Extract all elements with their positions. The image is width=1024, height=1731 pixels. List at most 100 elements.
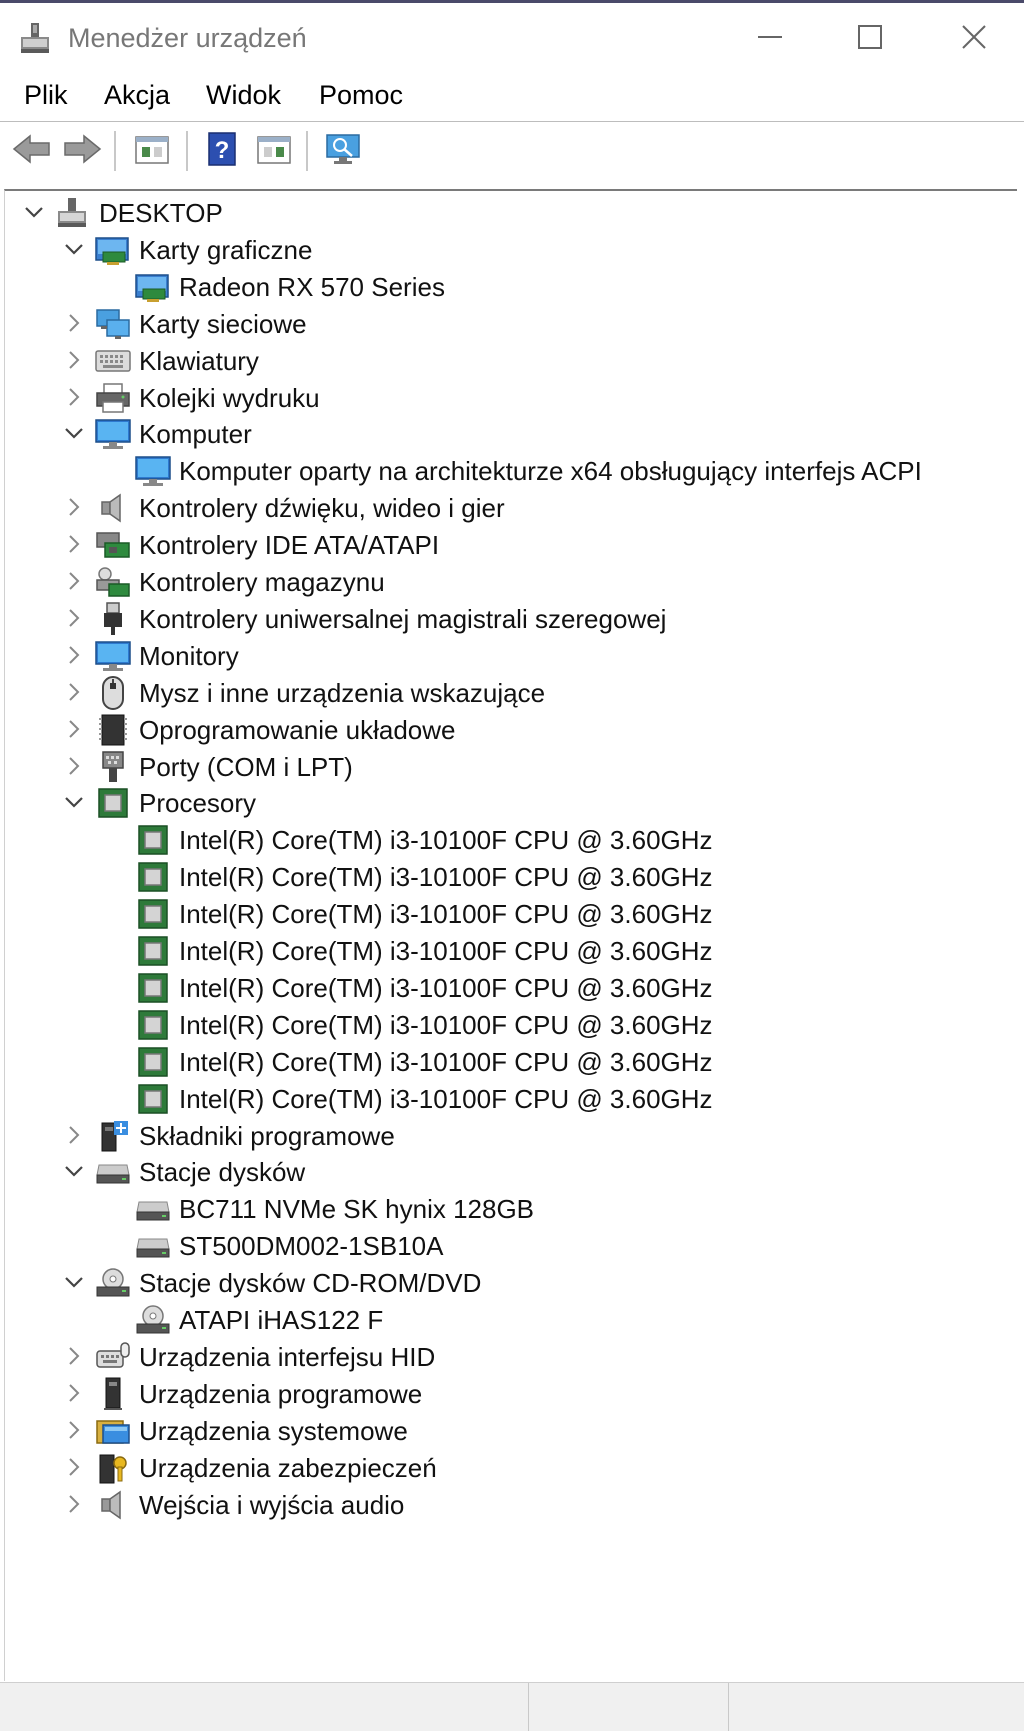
firmware-icon [95,712,131,748]
cdrom-icon [135,1302,171,1338]
category-node[interactable]: Oprogramowanie układowe [5,710,1005,750]
tree-root-desktop[interactable]: DESKTOP [5,193,1005,233]
back-arrow-icon [12,133,52,170]
scan-hardware-button[interactable] [322,131,366,171]
expand-chevron-icon[interactable] [59,1120,89,1150]
node-label: Karty sieciowe [139,308,307,339]
node-label: ATAPI iHAS122 F [179,1305,384,1335]
device-node[interactable]: Intel(R) Core(TM) i3-10100F CPU @ 3.60GH… [5,1005,1005,1045]
device-node[interactable]: Intel(R) Core(TM) i3-10100F CPU @ 3.60GH… [5,894,1005,934]
processor-icon [135,970,171,1006]
forward-button[interactable] [60,131,104,171]
help-icon: ? [206,131,238,172]
device-node[interactable]: ATAPI iHAS122 F [5,1300,1005,1340]
expand-chevron-icon[interactable] [59,345,89,375]
device-node[interactable]: Radeon RX 570 Series [5,267,1005,307]
collapse-chevron-icon[interactable] [59,1267,89,1297]
expand-chevron-icon[interactable] [59,566,89,596]
node-label: Porty (COM i LPT) [139,751,353,782]
category-node[interactable]: Porty (COM i LPT) [5,747,1005,787]
close-button[interactable] [924,9,1024,69]
cdrom-icon [95,1265,131,1301]
view-button[interactable] [252,131,296,171]
minimize-icon [757,24,783,55]
category-node[interactable]: Procesory [5,783,1005,823]
category-node[interactable]: Stacje dysków [5,1152,1005,1192]
node-label: Stacje dysków CD-ROM/DVD [139,1268,482,1299]
category-node[interactable]: Wejścia i wyjścia audio [5,1485,1005,1525]
node-label: Urządzenia systemowe [139,1415,408,1446]
menu-plik[interactable]: Plik [22,76,70,114]
category-node[interactable]: Urządzenia systemowe [5,1411,1005,1451]
expand-chevron-icon[interactable] [59,1341,89,1371]
category-node[interactable]: Stacje dysków CD-ROM/DVD [5,1263,1005,1303]
category-node[interactable]: Kontrolery uniwersalnej magistrali szere… [5,599,1005,639]
help-button[interactable]: ? [200,131,244,171]
menu-pomoc[interactable]: Pomoc [317,76,405,114]
speaker-icon [95,490,131,526]
device-node[interactable]: Intel(R) Core(TM) i3-10100F CPU @ 3.60GH… [5,820,1005,860]
minimize-button[interactable] [720,9,820,69]
expand-chevron-icon[interactable] [59,1452,89,1482]
back-button[interactable] [10,131,54,171]
processor-icon [95,785,131,821]
collapse-chevron-icon[interactable] [59,1156,89,1186]
expand-chevron-icon[interactable] [59,640,89,670]
category-node[interactable]: Mysz i inne urządzenia wskazujące [5,673,1005,713]
collapse-chevron-icon[interactable] [59,418,89,448]
disk-drive-icon [135,1191,171,1227]
node-label: Urządzenia zabezpieczeń [139,1452,437,1483]
expand-chevron-icon[interactable] [59,529,89,559]
software-device-icon [95,1376,131,1412]
node-label: Intel(R) Core(TM) i3-10100F CPU @ 3.60GH… [179,825,713,856]
expand-chevron-icon[interactable] [59,308,89,338]
device-tree[interactable]: DESKTOP Karty graficzne Radeon RX 570 Seri… [4,189,1017,1681]
scan-hardware-icon [324,132,364,171]
node-label: BC711 NVMe SK hynix 128GB [179,1194,535,1225]
category-node[interactable]: Kontrolery dźwięku, wideo i gier [5,488,1005,528]
device-node[interactable]: Intel(R) Core(TM) i3-10100F CPU @ 3.60GH… [5,968,1005,1008]
maximize-button[interactable] [820,9,920,69]
expand-chevron-icon[interactable] [59,1415,89,1445]
category-node[interactable]: Urządzenia interfejsu HID [5,1337,1005,1377]
category-node[interactable]: Karty sieciowe [5,304,1005,344]
node-label: Intel(R) Core(TM) i3-10100F CPU @ 3.60GH… [179,1083,713,1114]
expand-chevron-icon[interactable] [59,492,89,522]
device-node[interactable]: Intel(R) Core(TM) i3-10100F CPU @ 3.60GH… [5,857,1005,897]
category-node[interactable]: Kontrolery magazynu [5,562,1005,602]
usb-icon [95,601,131,637]
collapse-chevron-icon[interactable] [59,234,89,264]
properties-button[interactable] [130,131,174,171]
category-node[interactable]: Urządzenia programowe [5,1374,1005,1414]
category-node[interactable]: Klawiatury [5,341,1005,381]
category-node[interactable]: Karty graficzne [5,230,1005,270]
expand-chevron-icon[interactable] [59,714,89,744]
category-node[interactable]: Składniki programowe [5,1116,1005,1156]
expand-chevron-icon[interactable] [59,751,89,781]
expand-chevron-icon[interactable] [59,677,89,707]
category-node[interactable]: Kontrolery IDE ATA/ATAPI [5,525,1005,565]
expand-chevron-icon[interactable] [59,1489,89,1519]
expand-chevron-icon[interactable] [59,1378,89,1408]
category-node[interactable]: Urządzenia zabezpieczeń [5,1448,1005,1488]
device-node[interactable]: Intel(R) Core(TM) i3-10100F CPU @ 3.60GH… [5,931,1005,971]
device-node[interactable]: Intel(R) Core(TM) i3-10100F CPU @ 3.60GH… [5,1079,1005,1119]
device-node[interactable]: Komputer oparty na architekturze x64 obs… [5,451,1005,491]
menu-bar: Plik Akcja Widok Pomoc [0,72,1024,120]
status-cell [528,1683,729,1731]
collapse-chevron-icon[interactable] [59,787,89,817]
device-node[interactable]: ST500DM002-1SB10A [5,1226,1005,1266]
device-node[interactable]: BC711 NVMe SK hynix 128GB [5,1189,1005,1229]
collapse-chevron-icon[interactable] [19,197,49,227]
expand-chevron-icon[interactable] [59,382,89,412]
menu-akcja[interactable]: Akcja [102,76,172,114]
menu-widok[interactable]: Widok [204,76,283,114]
category-node[interactable]: Monitory [5,636,1005,676]
expand-chevron-icon[interactable] [59,603,89,633]
device-node[interactable]: Intel(R) Core(TM) i3-10100F CPU @ 3.60GH… [5,1042,1005,1082]
node-label: Komputer [139,419,252,450]
view-icon [256,133,292,170]
category-node[interactable]: Komputer [5,414,1005,454]
category-node[interactable]: Kolejki wydruku [5,378,1005,418]
title-bar[interactable]: Menedżer urządzeń [0,3,1024,69]
